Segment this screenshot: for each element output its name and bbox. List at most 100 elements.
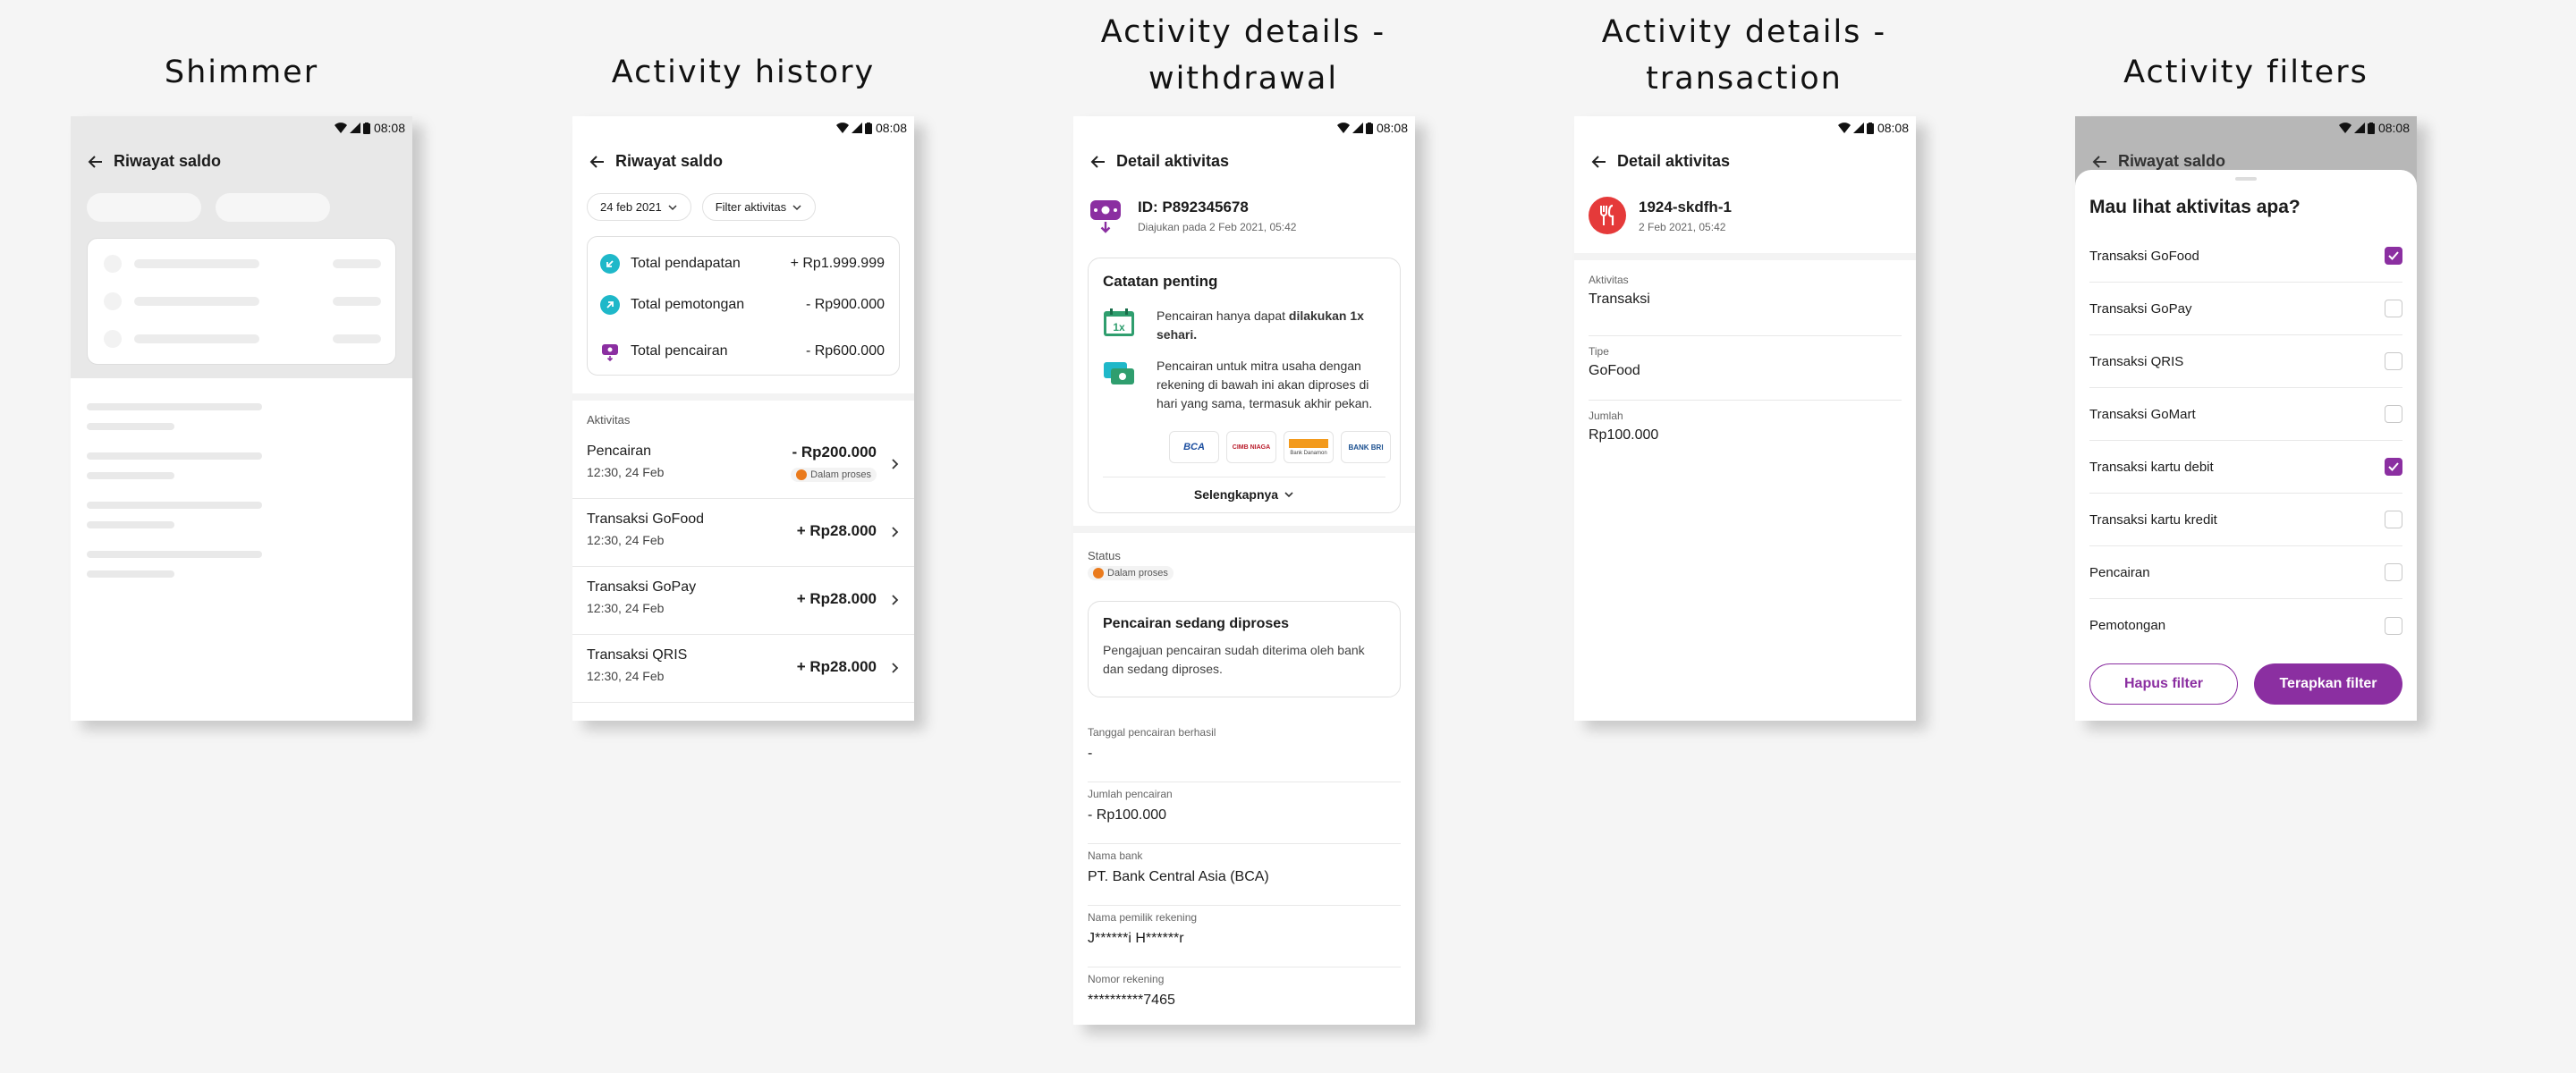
bank-logos: BCA CIMB NIAGA Bank Danamon BANK BRI <box>1169 431 1391 463</box>
shimmer-line <box>87 423 174 430</box>
see-more-button[interactable]: Selengkapnya <box>1089 487 1400 502</box>
field-success-date: Tanggal pencairan berhasil - <box>1088 721 1401 782</box>
field-value: - Rp100.000 <box>1088 807 1167 823</box>
list-item[interactable]: Pencairan 12:30, 24 Feb - Rp200.000 Dala… <box>572 431 914 499</box>
withdrawal-id: ID: P892345678 <box>1138 199 1249 215</box>
filter-option-gopay[interactable]: Transaksi GoPay <box>2089 283 2402 335</box>
field-activity: Aktivitas Transaksi <box>1589 274 1902 336</box>
clear-filter-button[interactable]: Hapus filter <box>2089 663 2238 705</box>
field-label: Tanggal pencairan berhasil <box>1088 726 1216 739</box>
back-arrow-icon[interactable] <box>589 153 606 171</box>
page-title: Detail aktivitas <box>1116 152 1230 170</box>
checkbox[interactable] <box>2385 458 2402 476</box>
status-icons <box>334 122 370 134</box>
filter-option-withdrawal[interactable]: Pencairan <box>2089 546 2402 599</box>
apply-filter-button[interactable]: Terapkan filter <box>2254 663 2402 705</box>
summary-row-withdrawal: Total pencairan - Rp600.000 <box>600 328 885 375</box>
shimmer-line <box>87 403 262 410</box>
option-label: Transaksi kartu debit <box>2089 459 2214 475</box>
wifi-icon <box>1837 123 1851 133</box>
back-arrow-icon[interactable] <box>1590 153 1608 171</box>
field-account-owner: Nama pemilik rekening J******i H******r <box>1088 906 1401 967</box>
back-arrow-icon[interactable] <box>87 153 105 171</box>
shimmer-line <box>87 472 174 479</box>
important-note-card: Catatan penting 1x Pencairan hanya dapat… <box>1088 258 1401 513</box>
field-label: Jumlah pencairan <box>1088 788 1173 800</box>
list-item[interactable]: Transaksi QRIS 12:30, 24 Feb + Rp28.000 <box>572 635 914 703</box>
list-item[interactable]: Transaksi GoPay 12:30, 24 Feb + Rp28.000 <box>572 567 914 635</box>
field-value: **********7465 <box>1088 993 1175 1008</box>
wallet-icon <box>602 344 618 361</box>
option-label: Pemotongan <box>2089 618 2166 633</box>
back-arrow-icon[interactable] <box>1089 153 1107 171</box>
filter-option-gomart[interactable]: Transaksi GoMart <box>2089 388 2402 441</box>
summary-label: Total pendapatan <box>631 256 741 271</box>
signal-icon <box>1352 123 1363 133</box>
field-value: PT. Bank Central Asia (BCA) <box>1088 869 1269 884</box>
page-title: Detail aktivitas <box>1617 152 1731 170</box>
chevron-right-icon <box>892 595 899 605</box>
bank-logo-bca: BCA <box>1169 431 1219 463</box>
page-title: Riwayat saldo <box>114 152 222 170</box>
date-filter-chip[interactable]: 24 feb 2021 <box>587 193 691 221</box>
title-activity-details-transaction: Activity details - transaction <box>1547 9 1941 102</box>
filter-option-deduction[interactable]: Pemotongan <box>2089 599 2402 652</box>
checkbox[interactable] <box>2385 300 2402 317</box>
checkbox[interactable] <box>2385 405 2402 423</box>
filter-option-debit-card[interactable]: Transaksi kartu debit <box>2089 441 2402 494</box>
phone-shimmer: 08:08 Riwayat saldo <box>71 116 412 721</box>
filter-option-credit-card[interactable]: Transaksi kartu kredit <box>2089 494 2402 546</box>
title-activity-filters: Activity filters <box>2123 55 2368 90</box>
checkbox[interactable] <box>2385 247 2402 265</box>
signal-icon <box>2353 123 2365 133</box>
shimmer-line <box>87 502 262 509</box>
summary-card: Total pendapatan + Rp1.999.999 Total pem… <box>587 236 900 376</box>
sheet-handle[interactable] <box>2235 177 2257 181</box>
status-time: 08:08 <box>1877 121 1909 135</box>
checkbox[interactable] <box>2385 352 2402 370</box>
filter-option-qris[interactable]: Transaksi QRIS <box>2089 335 2402 388</box>
shimmer-chip <box>87 193 201 222</box>
checkbox[interactable] <box>2385 563 2402 581</box>
shimmer-line <box>333 297 381 306</box>
field-value: GoFood <box>1589 363 1640 378</box>
checkbox[interactable] <box>2385 616 2402 635</box>
note-title: Catatan penting <box>1103 273 1218 290</box>
list-item[interactable]: Transaksi GoFood 12:30, 24 Feb + Rp28.00… <box>572 499 914 567</box>
checkbox[interactable] <box>2385 511 2402 528</box>
gofood-icon <box>1589 197 1626 234</box>
back-arrow-icon[interactable] <box>2091 153 2109 171</box>
detail-fields: Aktivitas Transaksi Tipe GoFood Jumlah R… <box>1589 274 1902 465</box>
activity-filter-chip[interactable]: Filter aktivitas <box>701 193 817 221</box>
filter-option-gofood[interactable]: Transaksi GoFood <box>2089 230 2402 283</box>
summary-value: - Rp600.000 <box>805 343 885 359</box>
battery-icon <box>2367 122 2375 134</box>
see-more-label: Selengkapnya <box>1193 487 1279 502</box>
chevron-down-icon <box>1284 492 1293 498</box>
field-label: Aktivitas <box>1589 274 1629 286</box>
status-bar: 08:08 <box>71 116 412 139</box>
chevron-down-icon <box>792 204 801 210</box>
note-1-text: Pencairan hanya dapat <box>1157 308 1289 323</box>
battery-icon <box>1365 122 1373 134</box>
title-activity-history: Activity history <box>611 55 876 90</box>
item-amount: + Rp28.000 <box>796 590 877 607</box>
field-bank-name: Nama bank PT. Bank Central Asia (BCA) <box>1088 844 1401 906</box>
shimmer-line <box>134 259 259 268</box>
wifi-icon <box>1336 123 1350 133</box>
page-title: Riwayat saldo <box>2118 152 2226 170</box>
app-bar: Riwayat saldo <box>589 152 723 171</box>
item-amount: + Rp28.000 <box>796 522 877 539</box>
option-label: Pencairan <box>2089 564 2150 580</box>
option-label: Transaksi GoMart <box>2089 406 2196 422</box>
summary-row-deduction: Total pemotongan - Rp900.000 <box>600 282 885 328</box>
status-bar: 08:08 <box>2075 116 2417 139</box>
title-line-2: transaction <box>1646 61 1843 97</box>
transaction-id: 1924-skdfh-1 <box>1639 199 1732 215</box>
bank-logo-cimb: CIMB NIAGA <box>1226 431 1276 463</box>
bank-logo-bri: BANK BRI <box>1341 431 1391 463</box>
clock-icon <box>1093 568 1104 579</box>
wifi-icon <box>835 123 849 133</box>
chevron-down-icon <box>668 204 677 210</box>
shimmer-line <box>87 551 262 558</box>
